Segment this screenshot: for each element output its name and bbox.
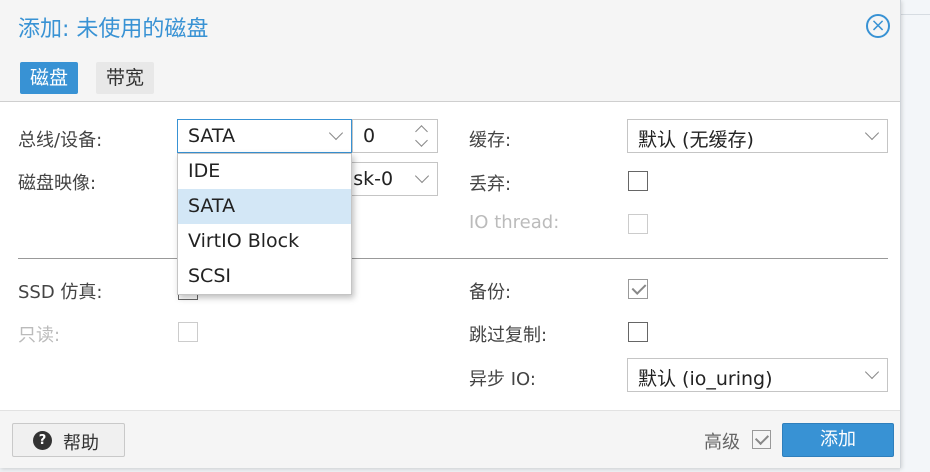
chevron-down-icon — [864, 364, 880, 380]
bus-option-sata[interactable]: SATA — [178, 189, 351, 224]
cache-select-value: 默认 (无缓存) — [638, 129, 754, 151]
bus-option-scsi[interactable]: SCSI — [178, 259, 351, 294]
disk-image-value: isk-0 — [348, 168, 394, 190]
async-io-label: 异步 IO: — [469, 369, 536, 390]
close-icon[interactable]: × — [866, 14, 890, 38]
device-index-value: 0 — [363, 125, 376, 147]
backup-label: 备份: — [469, 282, 512, 303]
advanced-label: 高级 — [704, 432, 740, 453]
bus-select-value: SATA — [188, 125, 236, 147]
ssd-emulation-label: SSD 仿真: — [18, 282, 103, 303]
io-thread-label: IO thread: — [469, 212, 560, 233]
readonly-label: 只读: — [18, 325, 61, 346]
help-button[interactable]: ? 帮助 — [12, 423, 125, 457]
question-circle-icon: ? — [33, 431, 52, 450]
spin-down-icon[interactable] — [415, 134, 428, 147]
skip-replication-checkbox[interactable] — [628, 322, 648, 342]
async-io-select[interactable]: 默认 (io_uring) — [627, 358, 888, 392]
dialog-titlebar: 添加: 未使用的磁盘 × — [0, 0, 900, 52]
bus-select[interactable]: SATA — [177, 119, 352, 153]
async-io-select-value: 默认 (io_uring) — [638, 368, 773, 390]
disk-image-label: 磁盘映像: — [18, 173, 97, 194]
cache-label: 缓存: — [469, 130, 512, 151]
advanced-checkbox[interactable] — [752, 430, 771, 449]
tab-bar: 磁盘 带宽 — [0, 52, 900, 102]
discard-label: 丢弃: — [469, 174, 512, 195]
bus-dropdown-list: IDE SATA VirtIO Block SCSI — [177, 153, 352, 295]
help-button-label: 帮助 — [63, 433, 99, 454]
tab-disk[interactable]: 磁盘 — [20, 62, 79, 94]
section-divider — [18, 258, 888, 259]
bus-option-virtio-block[interactable]: VirtIO Block — [178, 224, 351, 259]
dialog-title: 添加: 未使用的磁盘 — [18, 17, 209, 42]
discard-checkbox[interactable] — [628, 171, 648, 191]
add-disk-dialog: 添加: 未使用的磁盘 × 磁盘 带宽 总线/设备: SATA 0 磁盘映像: i… — [0, 0, 901, 468]
bus-device-label: 总线/设备: — [18, 130, 103, 151]
tab-bandwidth[interactable]: 带宽 — [96, 62, 155, 94]
dialog-footer: ? 帮助 高级 添加 — [0, 410, 900, 468]
backup-checkbox[interactable] — [628, 279, 648, 299]
device-index-stepper[interactable]: 0 — [352, 119, 438, 153]
background-divider — [900, 14, 930, 15]
add-button[interactable]: 添加 — [782, 423, 894, 457]
readonly-checkbox — [178, 322, 198, 342]
io-thread-checkbox — [628, 214, 648, 234]
cache-select[interactable]: 默认 (无缓存) — [627, 119, 888, 153]
background-window — [900, 0, 930, 472]
chevron-down-icon — [328, 125, 344, 141]
skip-replication-label: 跳过复制: — [469, 325, 548, 346]
page: 添加: 未使用的磁盘 × 磁盘 带宽 总线/设备: SATA 0 磁盘映像: i… — [0, 0, 930, 472]
chevron-down-icon — [864, 125, 880, 141]
chevron-down-icon — [414, 168, 430, 184]
bus-option-ide[interactable]: IDE — [178, 154, 351, 189]
